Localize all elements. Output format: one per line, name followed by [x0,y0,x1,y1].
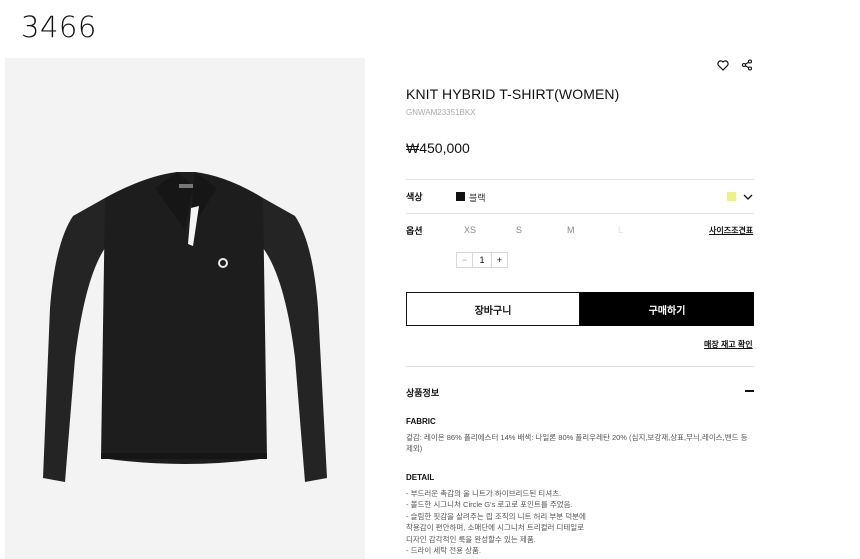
product-title: KNIT HYBRID T-SHIRT(WOMEN) [406,86,620,102]
size-option-l[interactable]: L [618,225,623,235]
buy-now-button[interactable]: 구매하기 [580,292,754,326]
share-icon[interactable] [740,58,754,72]
size-option-m[interactable]: M [567,225,575,235]
detail-list: - 부드러운 촉감의 울 니트가 하이브리드된 티셔츠. - 볼드한 시그니처 … [406,488,754,556]
color-swatch-alt[interactable] [727,192,736,201]
product-actions [716,58,754,72]
detail-line: - 볼드한 시그니처 Circle G's 로고로 포인트를 주었음. [406,500,573,510]
heart-icon[interactable] [716,58,730,72]
fabric-heading: FABRIC [406,417,436,426]
divider [406,366,754,367]
color-label: 색상 [406,192,423,202]
qty-decrease-button[interactable]: − [457,253,473,267]
size-option-s[interactable]: S [516,225,522,235]
size-option-xs[interactable]: XS [464,225,476,235]
product-sku: GNWAM23351BKX [406,108,476,117]
detail-line: - 부드러운 촉감의 울 니트가 하이브리드된 티셔츠. [406,489,562,498]
divider [406,179,754,180]
color-swatch-selected[interactable] [456,192,465,201]
qty-increase-button[interactable]: + [491,253,507,267]
quantity-stepper: − 1 + [456,252,508,268]
brand-logo[interactable]: 3466 [21,10,97,44]
add-to-cart-button[interactable]: 장바구니 [406,292,580,326]
size-label: 옵션 [406,226,423,236]
qty-value[interactable]: 1 [473,253,491,267]
product-image [5,58,365,559]
shirt-illustration [43,172,327,482]
divider [406,213,754,214]
detail-line: 착용감이 편안하며, 소매단에 시그니처 트리컬러 디테일로 [406,523,585,533]
collapse-icon[interactable] [745,390,754,392]
color-name: 블랙 [469,193,486,203]
detail-line: 디자인 감각적인 룩을 완성할수 있는 제품. [406,534,536,544]
product-price: ₩450,000 [406,140,470,156]
detail-line: - 드라이 세탁 전용 상품. [406,546,482,556]
detail-line: - 슬림한 핏감을 살려주는 립 조직의 니트 허리 부분 덕분에 [406,511,586,521]
product-info-heading[interactable]: 상품정보 [406,386,439,399]
chevron-down-icon[interactable] [742,190,754,202]
size-guide-link[interactable]: 사이즈조견표 [709,225,753,236]
detail-heading: DETAIL [406,473,435,482]
store-stock-link[interactable]: 매장 재고 확인 [704,339,753,350]
fabric-text: 겉감: 레이온 86% 폴리에스터 14% 배색: 나일론 80% 폴리우레탄 … [406,433,748,453]
